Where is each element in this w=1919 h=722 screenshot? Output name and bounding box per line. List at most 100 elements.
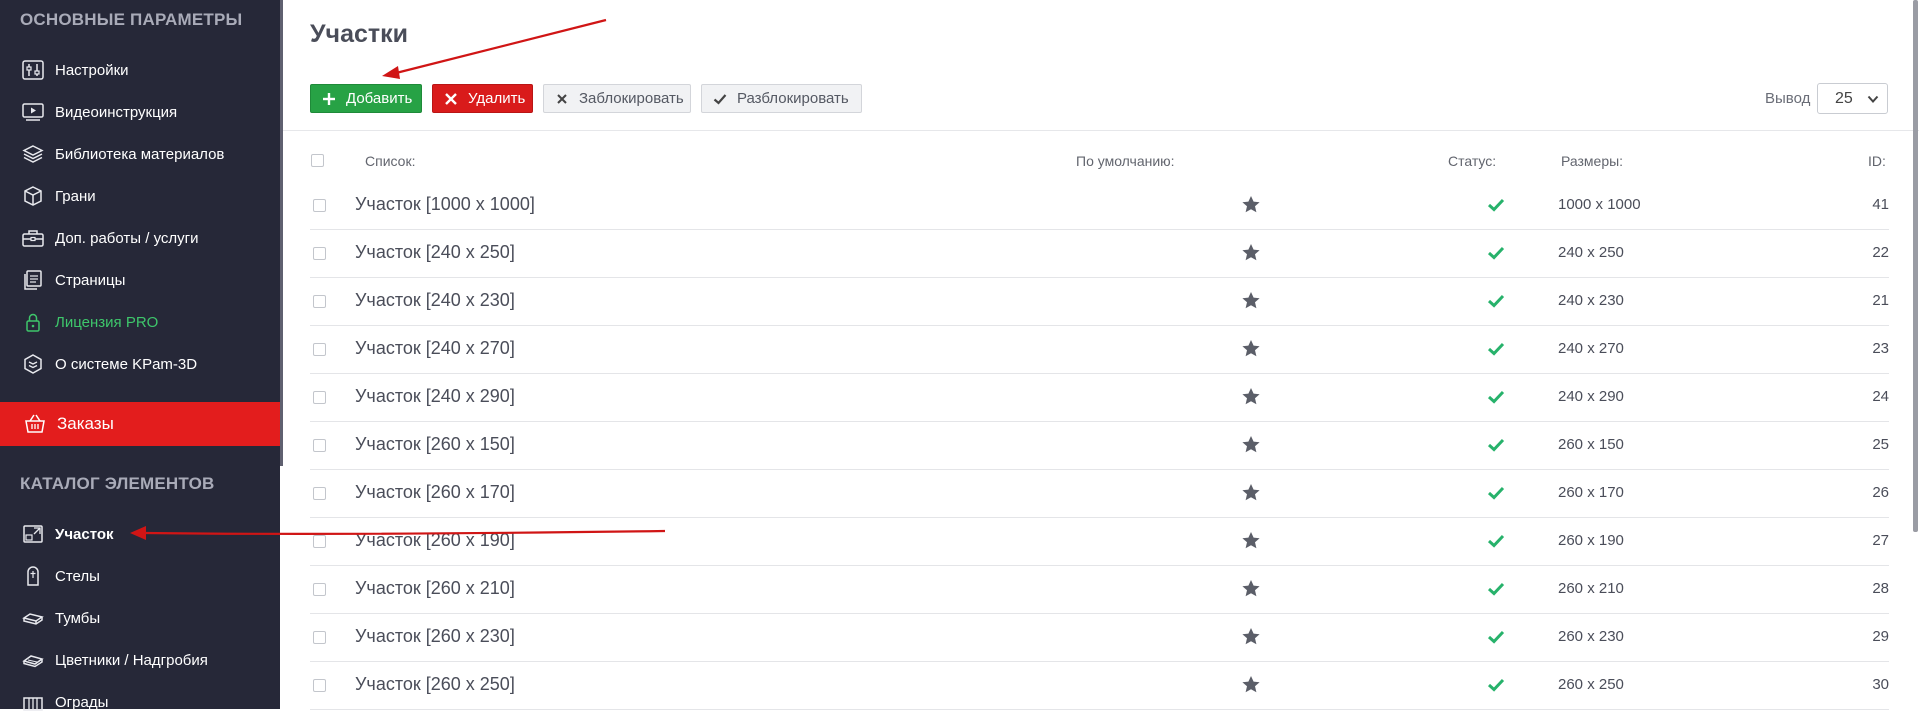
row-checkbox[interactable] [313, 679, 326, 692]
delete-button-label: Удалить [468, 90, 526, 107]
sidebar-item-label: Видеоинструкция [55, 103, 178, 121]
output-count-select[interactable]: 25 [1817, 83, 1888, 114]
check-icon[interactable] [1487, 293, 1505, 308]
main-scrollbar[interactable] [1913, 0, 1918, 532]
table-row[interactable]: Участок [260 x 170] 260 x 170 26 [310, 469, 1889, 517]
row-id: 24 [1872, 388, 1889, 405]
star-icon[interactable] [1241, 243, 1261, 262]
sidebar-item-settings[interactable]: Настройки [0, 50, 280, 90]
row-name[interactable]: Участок [260 x 230] [355, 626, 515, 647]
sidebar-item-fences[interactable]: Ограды [0, 682, 280, 722]
sidebar-item-faces[interactable]: Грани [0, 176, 280, 216]
check-icon[interactable] [1487, 581, 1505, 596]
block-button-label: Заблокировать [579, 90, 684, 107]
row-checkbox[interactable] [313, 295, 326, 308]
star-icon[interactable] [1241, 339, 1261, 358]
row-checkbox[interactable] [313, 583, 326, 596]
row-name[interactable]: Участок [240 x 290] [355, 386, 515, 407]
sidebar-item-services[interactable]: Доп. работы / услуги [0, 218, 280, 258]
table-row[interactable]: Участок [260 x 230] 260 x 230 29 [310, 613, 1889, 661]
column-header-list: Список: [365, 153, 416, 169]
row-size: 260 x 250 [1558, 676, 1624, 693]
block-button[interactable]: Заблокировать [543, 84, 691, 113]
sidebar-item-license[interactable]: Лицензия PRO [0, 302, 280, 342]
row-id: 28 [1872, 580, 1889, 597]
row-id: 25 [1872, 436, 1889, 453]
star-icon[interactable] [1241, 387, 1261, 406]
sidebar-item-about[interactable]: О системе KPam-3D [0, 344, 280, 384]
row-name[interactable]: Участок [240 x 250] [355, 242, 515, 263]
row-id: 21 [1872, 292, 1889, 309]
table-row[interactable]: Участок [260 x 190] 260 x 190 27 [310, 517, 1889, 565]
row-name[interactable]: Участок [260 x 150] [355, 434, 515, 455]
row-name[interactable]: Участок [260 x 190] [355, 530, 515, 551]
check-icon[interactable] [1487, 677, 1505, 692]
sidebar-item-plot[interactable]: Участок [0, 514, 280, 554]
star-icon[interactable] [1241, 675, 1261, 694]
star-icon[interactable] [1241, 291, 1261, 310]
table-row[interactable]: Участок [260 x 210] 260 x 210 28 [310, 565, 1889, 613]
check-icon[interactable] [1487, 437, 1505, 452]
add-button[interactable]: Добавить [310, 84, 422, 113]
sidebar-item-pages[interactable]: Страницы [0, 260, 280, 300]
row-size: 240 x 270 [1558, 340, 1624, 357]
unblock-button[interactable]: Разблокировать [701, 84, 862, 113]
check-icon[interactable] [1487, 197, 1505, 212]
check-icon[interactable] [1487, 485, 1505, 500]
row-checkbox[interactable] [313, 439, 326, 452]
sidebar-item-orders[interactable]: Заказы [0, 402, 280, 446]
check-icon[interactable] [1487, 389, 1505, 404]
table-row[interactable]: Участок [260 x 150] 260 x 150 25 [310, 421, 1889, 469]
check-icon[interactable] [1487, 245, 1505, 260]
lock-icon [26, 313, 40, 332]
check-icon[interactable] [1487, 629, 1505, 644]
row-divider [310, 709, 1889, 710]
table-row[interactable]: Участок [1000 x 1000] 1000 x 1000 41 [310, 181, 1889, 229]
row-name[interactable]: Участок [260 x 210] [355, 578, 515, 599]
row-checkbox[interactable] [313, 391, 326, 404]
check-icon[interactable] [1487, 341, 1505, 356]
sidebar-item-steles[interactable]: Стелы [0, 556, 280, 596]
row-name[interactable]: Участок [1000 x 1000] [355, 194, 535, 215]
row-checkbox[interactable] [313, 631, 326, 644]
table-row[interactable]: Участок [240 x 230] 240 x 230 21 [310, 277, 1889, 325]
row-checkbox[interactable] [313, 535, 326, 548]
table-row[interactable]: Участок [240 x 290] 240 x 290 24 [310, 373, 1889, 421]
row-checkbox[interactable] [313, 247, 326, 260]
star-icon[interactable] [1241, 627, 1261, 646]
sidebar-item-pedestals[interactable]: Тумбы [0, 598, 280, 638]
star-icon[interactable] [1241, 435, 1261, 454]
close-icon [557, 93, 567, 104]
table-row[interactable]: Участок [240 x 270] 240 x 270 23 [310, 325, 1889, 373]
row-checkbox[interactable] [313, 199, 326, 212]
table-row[interactable]: Участок [260 x 250] 260 x 250 30 [310, 661, 1889, 709]
flowerbed-icon [22, 655, 44, 668]
sidebar-item-flowerbeds[interactable]: Цветники / Надгробия [0, 640, 280, 680]
sidebar-item-label: Настройки [55, 61, 129, 79]
row-name[interactable]: Участок [240 x 230] [355, 290, 515, 311]
sidebar-item-video[interactable]: Видеоинструкция [0, 92, 280, 132]
delete-button[interactable]: Удалить [432, 84, 533, 113]
stele-icon [27, 566, 39, 586]
sidebar-item-materials[interactable]: Библиотека материалов [0, 134, 280, 174]
sidebar-item-label: Стелы [55, 567, 100, 585]
row-checkbox[interactable] [313, 343, 326, 356]
row-name[interactable]: Участок [260 x 250] [355, 674, 515, 695]
row-name[interactable]: Участок [240 x 270] [355, 338, 515, 359]
section-title-catalog: КАТАЛОГ ЭЛЕМЕНТОВ [20, 474, 215, 493]
close-icon [445, 92, 457, 105]
row-size: 260 x 170 [1558, 484, 1624, 501]
star-icon[interactable] [1241, 531, 1261, 550]
star-icon[interactable] [1241, 483, 1261, 502]
star-icon[interactable] [1241, 195, 1261, 214]
row-id: 27 [1872, 532, 1889, 549]
table-row[interactable]: Участок [240 x 250] 240 x 250 22 [310, 229, 1889, 277]
select-all-checkbox[interactable] [311, 154, 324, 167]
row-name[interactable]: Участок [260 x 170] [355, 482, 515, 503]
sidebar-item-label: Участок [55, 525, 114, 543]
row-checkbox[interactable] [313, 487, 326, 500]
star-icon[interactable] [1241, 579, 1261, 598]
cube-icon [24, 186, 42, 206]
output-count-value: 25 [1835, 90, 1853, 107]
check-icon[interactable] [1487, 533, 1505, 548]
